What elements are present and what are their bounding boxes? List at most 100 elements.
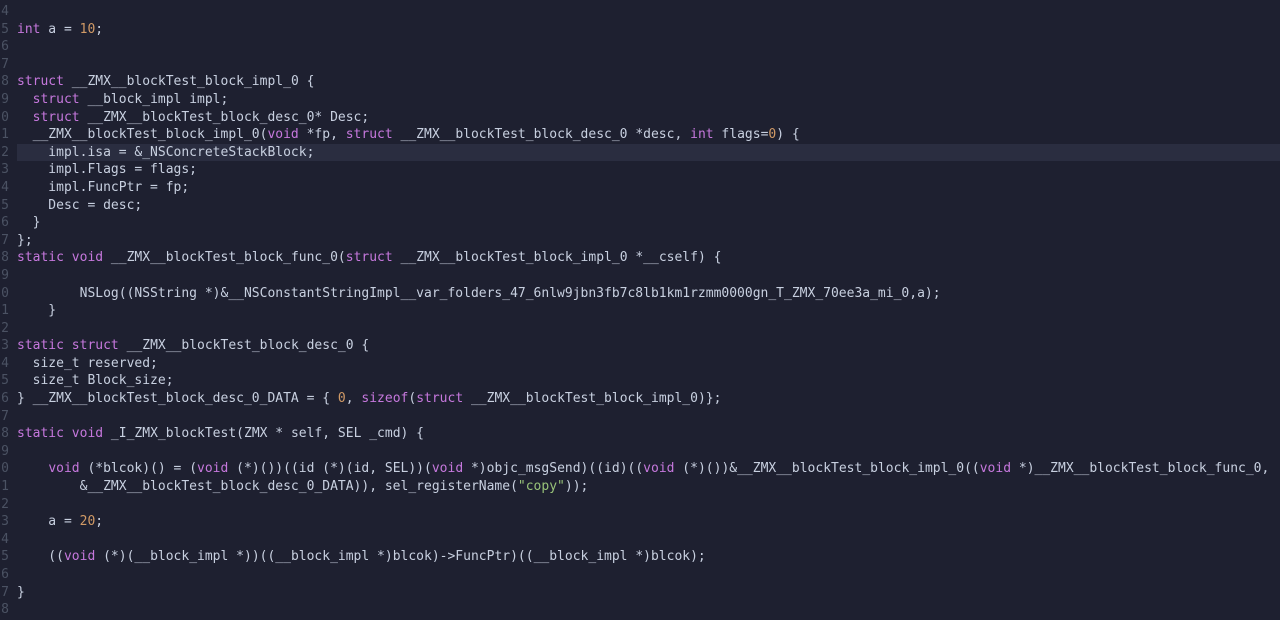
- code-line[interactable]: [17, 267, 1280, 285]
- token-num: 20: [80, 514, 96, 529]
- code-line[interactable]: impl.FuncPtr = fp;: [17, 179, 1280, 197]
- line-number: 6: [0, 390, 12, 408]
- line-number: 4: [0, 3, 12, 21]
- line-number: 5: [0, 21, 12, 39]
- token-id: _I_ZMX_blockTest(ZMX * self, SEL _cmd) {: [103, 426, 424, 441]
- code-line[interactable]: [17, 3, 1280, 21]
- token-id: ));: [565, 479, 588, 494]
- code-line[interactable]: __ZMX__blockTest_block_impl_0(void *fp, …: [17, 126, 1280, 144]
- code-line[interactable]: } __ZMX__blockTest_block_desc_0_DATA = {…: [17, 390, 1280, 408]
- token-id: __ZMX__blockTest_block_desc_0 *desc,: [393, 127, 690, 142]
- token-id: (*)(__block_impl *))((__block_impl *)blc…: [95, 549, 705, 564]
- code-line[interactable]: struct __ZMX__blockTest_block_desc_0* De…: [17, 109, 1280, 127]
- code-editor[interactable]: 45678901234567890123456789012345678 int …: [0, 0, 1280, 620]
- code-content[interactable]: int a = 10; struct __ZMX__blockTest_bloc…: [12, 0, 1280, 620]
- token-id: impl.isa = &_NSConcreteStackBlock;: [17, 145, 314, 160]
- token-id: [64, 250, 72, 265]
- line-number: 7: [0, 56, 12, 74]
- line-number: 8: [0, 73, 12, 91]
- token-id: };: [17, 233, 33, 248]
- code-line[interactable]: [17, 531, 1280, 549]
- line-number: 6: [0, 214, 12, 232]
- code-line[interactable]: [17, 38, 1280, 56]
- code-line[interactable]: static struct __ZMX__blockTest_block_des…: [17, 337, 1280, 355]
- code-line[interactable]: NSLog((NSString *)&__NSConstantStringImp…: [17, 285, 1280, 303]
- code-line[interactable]: void (*blcok)() = (void (*)())((id (*)(i…: [17, 460, 1280, 478]
- line-number: 7: [0, 584, 12, 602]
- token-id: size_t Block_size;: [17, 373, 174, 388]
- token-id: a =: [17, 514, 80, 529]
- token-ty: void: [64, 549, 95, 564]
- code-line[interactable]: static void __ZMX__blockTest_block_func_…: [17, 249, 1280, 267]
- token-ty: void: [643, 461, 674, 476]
- code-line[interactable]: struct __block_impl impl;: [17, 91, 1280, 109]
- code-line[interactable]: [17, 56, 1280, 74]
- token-id: __ZMX__blockTest_block_desc_0* Desc;: [80, 110, 370, 125]
- line-number: 2: [0, 496, 12, 514]
- line-number: 7: [0, 408, 12, 426]
- code-line[interactable]: int a = 10;: [17, 21, 1280, 39]
- code-line[interactable]: a = 20;: [17, 513, 1280, 531]
- line-number: 5: [0, 197, 12, 215]
- token-ty: void: [72, 426, 103, 441]
- token-ty: int: [690, 127, 713, 142]
- line-number: 6: [0, 38, 12, 56]
- token-id: __ZMX__blockTest_block_desc_0 {: [119, 338, 369, 353]
- line-number: 5: [0, 548, 12, 566]
- token-id: [64, 338, 72, 353]
- line-number: 8: [0, 249, 12, 267]
- line-number: 2: [0, 144, 12, 162]
- line-number: 3: [0, 161, 12, 179]
- code-line[interactable]: &__ZMX__blockTest_block_desc_0_DATA)), s…: [17, 478, 1280, 496]
- code-line[interactable]: }: [17, 214, 1280, 232]
- code-line[interactable]: [17, 408, 1280, 426]
- token-id: a =: [40, 22, 79, 37]
- code-line[interactable]: ((void (*)(__block_impl *))((__block_imp…: [17, 548, 1280, 566]
- line-number: 9: [0, 443, 12, 461]
- token-kw: struct: [346, 250, 393, 265]
- line-number: 1: [0, 302, 12, 320]
- line-number: 4: [0, 531, 12, 549]
- token-id: *)__ZMX__blockTest_block_func_0,: [1011, 461, 1269, 476]
- code-line[interactable]: size_t reserved;: [17, 355, 1280, 373]
- line-number: 0: [0, 285, 12, 303]
- code-line[interactable]: static void _I_ZMX_blockTest(ZMX * self,…: [17, 425, 1280, 443]
- code-line[interactable]: [17, 496, 1280, 514]
- token-id: } __ZMX__blockTest_block_desc_0_DATA = {: [17, 391, 338, 406]
- token-ty: void: [48, 461, 79, 476]
- code-line[interactable]: [17, 566, 1280, 584]
- token-id: impl.Flags = flags;: [17, 162, 197, 177]
- code-line[interactable]: };: [17, 232, 1280, 250]
- token-ty: void: [267, 127, 298, 142]
- token-id: *)objc_msgSend)((id)((: [463, 461, 643, 476]
- token-ty: int: [17, 22, 40, 37]
- token-kw: static: [17, 426, 64, 441]
- token-kw: struct: [416, 391, 463, 406]
- code-line[interactable]: struct __ZMX__blockTest_block_impl_0 {: [17, 73, 1280, 91]
- token-id: (*)())&__ZMX__blockTest_block_impl_0((: [674, 461, 979, 476]
- token-id: ((: [17, 549, 64, 564]
- code-line[interactable]: size_t Block_size;: [17, 372, 1280, 390]
- token-kw: sizeof: [361, 391, 408, 406]
- code-line[interactable]: Desc = desc;: [17, 197, 1280, 215]
- token-id: }: [17, 585, 25, 600]
- line-number: 0: [0, 109, 12, 127]
- code-line[interactable]: impl.Flags = flags;: [17, 161, 1280, 179]
- token-id: (*)())((id (*)(id, SEL))(: [228, 461, 432, 476]
- code-line[interactable]: [17, 601, 1280, 619]
- line-number: 4: [0, 355, 12, 373]
- code-line[interactable]: }: [17, 302, 1280, 320]
- token-num: 0: [338, 391, 346, 406]
- token-id: ;: [95, 514, 103, 529]
- token-kw: struct: [72, 338, 119, 353]
- token-id: ;: [95, 22, 103, 37]
- token-ty: void: [72, 250, 103, 265]
- code-line[interactable]: [17, 443, 1280, 461]
- line-number: 3: [0, 513, 12, 531]
- line-number: 0: [0, 460, 12, 478]
- code-line[interactable]: impl.isa = &_NSConcreteStackBlock;: [17, 144, 1280, 162]
- token-id: [17, 92, 33, 107]
- token-id: [64, 426, 72, 441]
- code-line[interactable]: [17, 320, 1280, 338]
- code-line[interactable]: }: [17, 584, 1280, 602]
